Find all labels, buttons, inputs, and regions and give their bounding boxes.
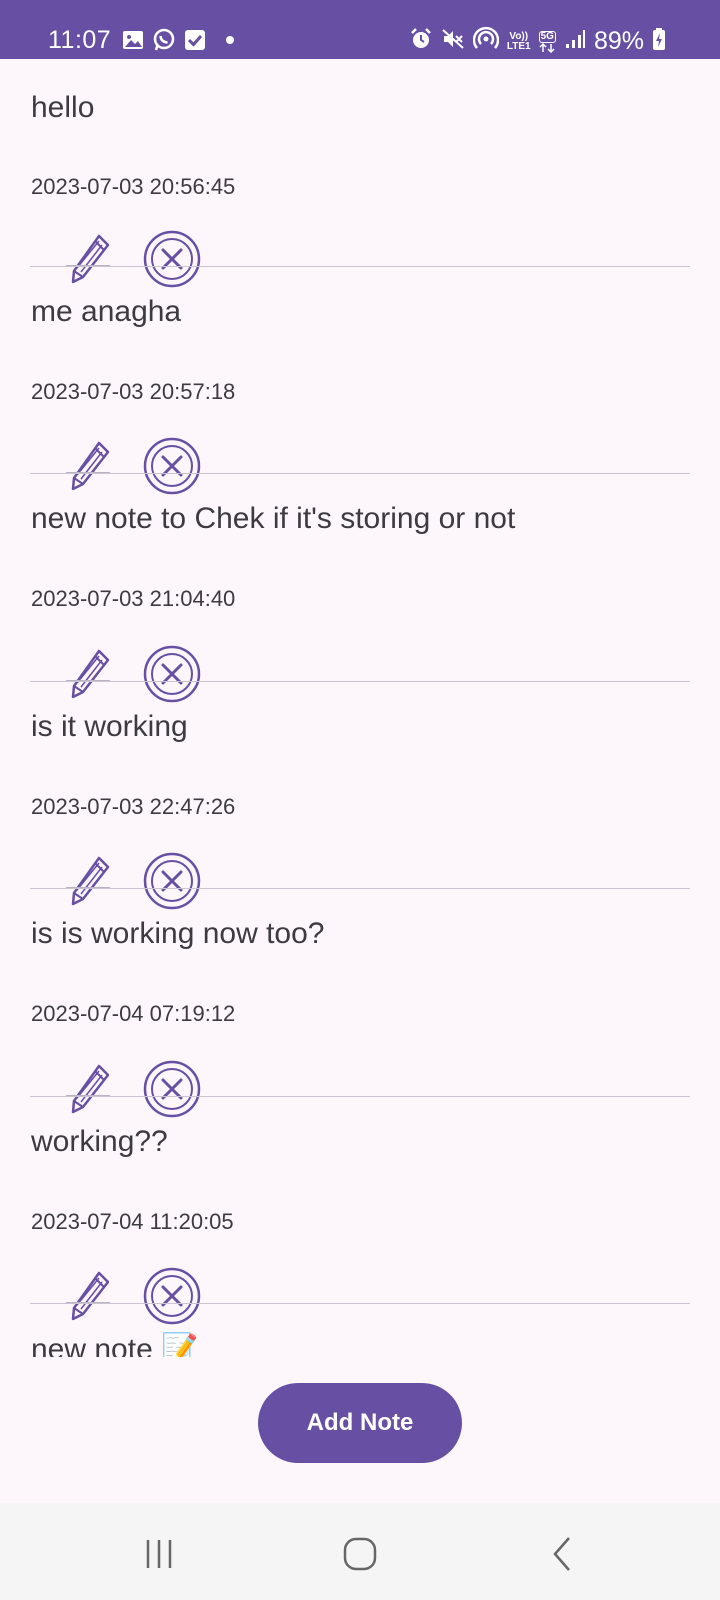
note-item[interactable]: me anagha 2023-07-03 20:57:18: [0, 267, 720, 495]
note-item[interactable]: new note to Chek if it's storing or not 2…: [0, 474, 720, 702]
status-bar: 11:07 Vo)) LTE1 5G 89%: [0, 0, 720, 59]
note-item[interactable]: new note 📝: [0, 1304, 720, 1357]
recent-apps-button[interactable]: [129, 1531, 189, 1581]
home-icon: [342, 1537, 378, 1576]
dot-icon: [214, 29, 236, 56]
note-text: me anagha: [31, 294, 182, 328]
gallery-icon: [122, 29, 144, 56]
status-right-icons: Vo)) LTE1 5G 89%: [409, 26, 666, 57]
mute-icon: [441, 27, 465, 56]
note-timestamp: 2023-07-03 22:47:26: [31, 793, 236, 819]
home-button[interactable]: [330, 1531, 390, 1581]
whatsapp-icon: [152, 28, 176, 57]
checkbox-icon: [184, 29, 206, 56]
status-left-icons: [122, 28, 236, 57]
note-text: is it working: [31, 709, 188, 743]
note-text: hello: [31, 91, 95, 124]
5g-icon: 5G: [538, 30, 556, 53]
volte-icon: Vo)) LTE1: [506, 30, 531, 52]
hotspot-icon: [472, 26, 500, 57]
recent-apps-icon: [139, 1537, 179, 1576]
note-timestamp: 2023-07-03 20:57:18: [31, 378, 236, 404]
notes-list[interactable]: hello 2023-07-03 20:56:45 me anagha 2023-07…: [0, 59, 720, 1357]
note-text: working??: [31, 1124, 168, 1158]
note-item[interactable]: is is working now too? 2023-07-04 07:19:1…: [0, 889, 720, 1117]
add-note-button[interactable]: Add Note: [258, 1383, 462, 1463]
alarm-icon: [409, 27, 433, 56]
note-timestamp: 2023-07-04 07:19:12: [31, 1001, 236, 1026]
note-text: is is working now too?: [31, 917, 325, 950]
back-button[interactable]: [532, 1531, 592, 1581]
note-timestamp: 2023-07-03 20:56:45: [31, 174, 236, 199]
note-item[interactable]: working?? 2023-07-04 11:20:05: [0, 1097, 720, 1325]
battery-percent: 89%: [593, 27, 644, 55]
note-timestamp: 2023-07-04 11:20:05: [31, 1208, 234, 1234]
navigation-bar: [0, 1503, 720, 1600]
status-time: 11:07: [48, 26, 112, 54]
note-item[interactable]: is it working 2023-07-03 22:47:26: [0, 682, 720, 910]
note-text: new note to Chek if it's storing or not: [31, 502, 516, 535]
signal-icon: [564, 28, 586, 55]
battery-charging-icon: [652, 27, 666, 56]
note-text: new note 📝: [31, 1333, 199, 1357]
note-item[interactable]: hello 2023-07-03 20:56:45: [0, 59, 720, 287]
note-timestamp: 2023-07-03 21:04:40: [31, 586, 236, 611]
back-icon: [547, 1536, 577, 1577]
